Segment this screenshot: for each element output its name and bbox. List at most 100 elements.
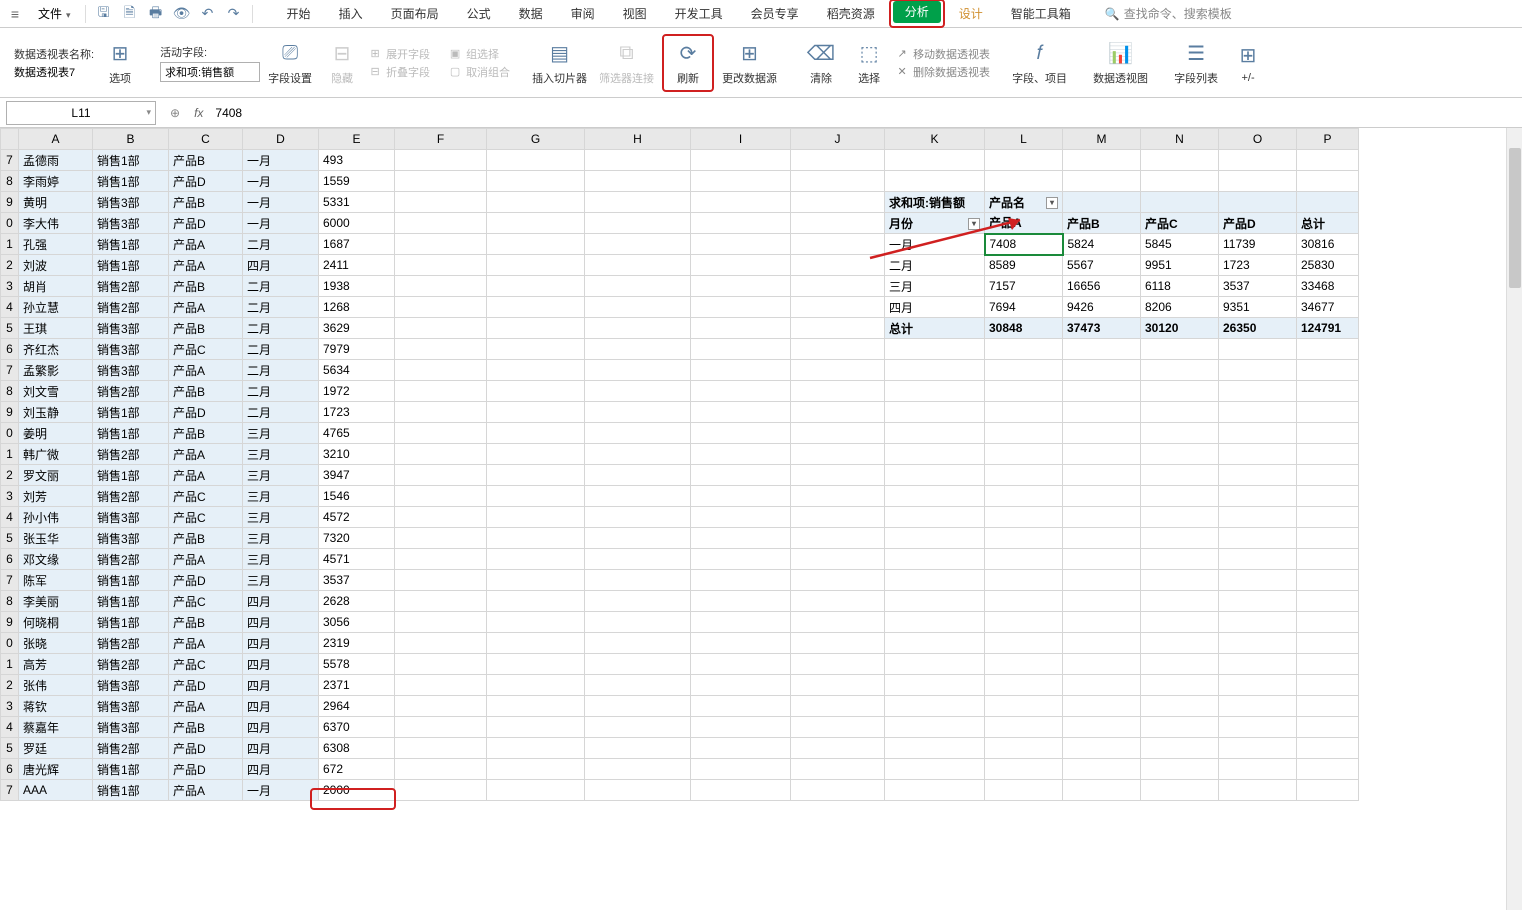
cell-H[interactable] — [585, 675, 691, 696]
cell-L[interactable]: 产品A — [985, 213, 1063, 234]
cell-N[interactable] — [1141, 549, 1219, 570]
cell-E[interactable]: 1687 — [319, 234, 395, 255]
cell-A[interactable]: 王琪 — [19, 318, 93, 339]
cell-N[interactable]: 9951 — [1141, 255, 1219, 276]
cell-I[interactable] — [691, 402, 791, 423]
cell-G[interactable] — [487, 675, 585, 696]
cell-N[interactable] — [1141, 486, 1219, 507]
cell-N[interactable] — [1141, 171, 1219, 192]
cell-N[interactable] — [1141, 528, 1219, 549]
row-header[interactable]: 9 — [1, 192, 19, 213]
cell-P[interactable] — [1297, 360, 1359, 381]
cell-H[interactable] — [585, 465, 691, 486]
cell-D[interactable]: 三月 — [243, 423, 319, 444]
cell-D[interactable]: 二月 — [243, 318, 319, 339]
cell-D[interactable]: 二月 — [243, 381, 319, 402]
cell-B[interactable]: 销售2部 — [93, 486, 169, 507]
cell-J[interactable] — [791, 591, 885, 612]
cell-D[interactable]: 一月 — [243, 171, 319, 192]
cell-B[interactable]: 销售3部 — [93, 213, 169, 234]
row-header[interactable]: 7 — [1, 570, 19, 591]
cell-K[interactable] — [885, 528, 985, 549]
cell-N[interactable] — [1141, 654, 1219, 675]
cell-A[interactable]: 唐光辉 — [19, 759, 93, 780]
cell-C[interactable]: 产品B — [169, 717, 243, 738]
tab-data[interactable]: 数据 — [505, 0, 557, 28]
cell-D[interactable]: 一月 — [243, 150, 319, 171]
cell-K[interactable] — [885, 696, 985, 717]
cell-L[interactable] — [985, 549, 1063, 570]
cell-N[interactable]: 5845 — [1141, 234, 1219, 255]
cell-H[interactable] — [585, 402, 691, 423]
column-header-A[interactable]: A — [19, 129, 93, 150]
cell-I[interactable] — [691, 318, 791, 339]
zoom-icon[interactable]: ⊕ — [170, 106, 180, 120]
cell-C[interactable]: 产品B — [169, 528, 243, 549]
row-header[interactable]: 1 — [1, 444, 19, 465]
cell-G[interactable] — [487, 591, 585, 612]
cell-H[interactable] — [585, 171, 691, 192]
cell-K[interactable] — [885, 507, 985, 528]
cell-P[interactable] — [1297, 675, 1359, 696]
cell-G[interactable] — [487, 465, 585, 486]
cell-E[interactable]: 1559 — [319, 171, 395, 192]
cell-C[interactable]: 产品C — [169, 486, 243, 507]
cell-A[interactable]: 姜明 — [19, 423, 93, 444]
cell-K[interactable] — [885, 633, 985, 654]
cell-J[interactable] — [791, 507, 885, 528]
cell-L[interactable] — [985, 423, 1063, 444]
cell-M[interactable] — [1063, 696, 1141, 717]
cell-B[interactable]: 销售3部 — [93, 528, 169, 549]
cell-K[interactable] — [885, 339, 985, 360]
cell-D[interactable]: 二月 — [243, 402, 319, 423]
clear-button[interactable]: ⌫ 清除 — [799, 38, 843, 88]
undo-icon[interactable]: ↶ — [198, 4, 218, 24]
cell-B[interactable]: 销售1部 — [93, 255, 169, 276]
cell-P[interactable] — [1297, 591, 1359, 612]
cell-H[interactable] — [585, 150, 691, 171]
cell-A[interactable]: 孙立慧 — [19, 297, 93, 318]
cell-O[interactable] — [1219, 402, 1297, 423]
cell-M[interactable] — [1063, 360, 1141, 381]
cell-B[interactable]: 销售3部 — [93, 360, 169, 381]
cell-J[interactable] — [791, 738, 885, 759]
cell-C[interactable]: 产品B — [169, 150, 243, 171]
cell-O[interactable] — [1219, 339, 1297, 360]
tab-formula[interactable]: 公式 — [453, 0, 505, 28]
preview-icon[interactable]: 👁 — [172, 4, 192, 24]
cell-M[interactable] — [1063, 528, 1141, 549]
cell-C[interactable]: 产品A — [169, 444, 243, 465]
cell-O[interactable] — [1219, 528, 1297, 549]
corner-cell[interactable] — [1, 129, 19, 150]
cell-H[interactable] — [585, 444, 691, 465]
cell-O[interactable]: 11739 — [1219, 234, 1297, 255]
cell-I[interactable] — [691, 360, 791, 381]
cell-F[interactable] — [395, 738, 487, 759]
cell-M[interactable] — [1063, 381, 1141, 402]
cell-D[interactable]: 三月 — [243, 528, 319, 549]
cell-D[interactable]: 三月 — [243, 486, 319, 507]
cell-M[interactable] — [1063, 444, 1141, 465]
cell-B[interactable]: 销售1部 — [93, 402, 169, 423]
cell-J[interactable] — [791, 192, 885, 213]
cell-M[interactable] — [1063, 717, 1141, 738]
cell-B[interactable]: 销售3部 — [93, 339, 169, 360]
cell-K[interactable] — [885, 444, 985, 465]
cell-K[interactable] — [885, 717, 985, 738]
cell-F[interactable] — [395, 192, 487, 213]
field-settings-button[interactable]: ⎚ 字段设置 — [264, 38, 316, 88]
cell-M[interactable]: 16656 — [1063, 276, 1141, 297]
cell-B[interactable]: 销售2部 — [93, 276, 169, 297]
cell-P[interactable] — [1297, 171, 1359, 192]
cell-G[interactable] — [487, 381, 585, 402]
cell-K[interactable]: 求和项:销售额 — [885, 192, 985, 213]
cell-B[interactable]: 销售2部 — [93, 297, 169, 318]
column-header-I[interactable]: I — [691, 129, 791, 150]
cell-C[interactable]: 产品D — [169, 759, 243, 780]
cell-C[interactable]: 产品D — [169, 675, 243, 696]
active-field-input[interactable] — [160, 62, 260, 82]
cell-J[interactable] — [791, 717, 885, 738]
cell-O[interactable] — [1219, 171, 1297, 192]
cell-O[interactable] — [1219, 150, 1297, 171]
cell-F[interactable] — [395, 255, 487, 276]
